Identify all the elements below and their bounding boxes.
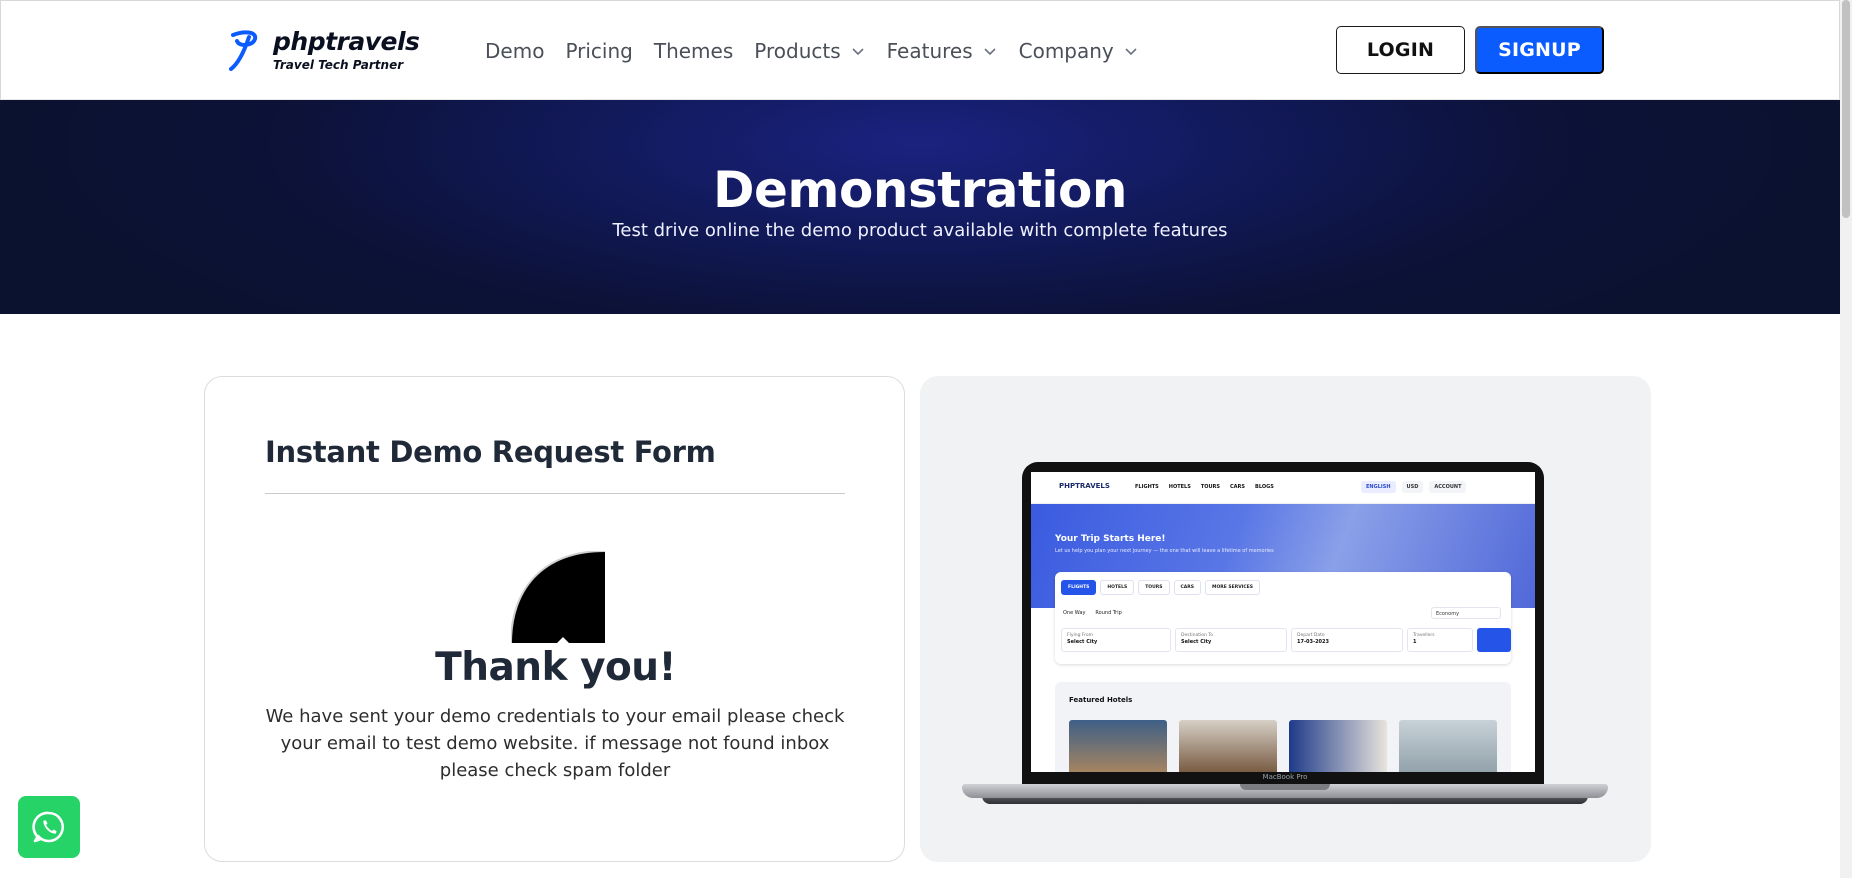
laptop-model: MacBook Pro — [1262, 773, 1308, 781]
mini-right-menu: ENGLISH USD ACCOUNT — [1361, 481, 1472, 493]
demo-request-card: Instant Demo Request Form Thank you! We … — [204, 376, 905, 862]
phptravels-logo-icon — [229, 30, 258, 71]
page-subtitle: Test drive online the demo product avail… — [612, 220, 1228, 241]
scrollbar-thumb[interactable] — [1842, 0, 1850, 218]
mini-hotel-list — [1069, 720, 1509, 772]
brand-name: phptravels — [273, 27, 420, 56]
mini-hotel-image — [1399, 720, 1497, 772]
site-header: phptravels Travel Tech Partner Demo Pric… — [0, 0, 1840, 100]
mini-logo: PHPTRAVELS — [1059, 482, 1110, 490]
mini-hero-subtitle: Let us help you plan your next journey —… — [1055, 548, 1274, 554]
divider — [265, 493, 845, 494]
mini-fields: Flying From Select City Destination To Sel… — [1061, 628, 1511, 652]
mini-currency: USD — [1401, 481, 1424, 493]
brand-logo[interactable]: phptravels Travel Tech Partner — [227, 27, 420, 77]
form-title: Instant Demo Request Form — [265, 435, 716, 469]
chevron-down-icon — [852, 48, 864, 56]
chevron-down-icon — [984, 48, 996, 56]
mini-search-button — [1477, 628, 1511, 652]
laptop-screen: PHPTRAVELS FLIGHTS HOTELS TOURS CARS BLO… — [1031, 472, 1535, 772]
mini-hotel-image — [1179, 720, 1277, 772]
mini-hero-title: Your Trip Starts Here! — [1055, 534, 1166, 544]
mini-tab: TOURS — [1138, 580, 1170, 595]
mini-field: Depart Date 17-03-2023 — [1291, 628, 1403, 652]
page-scrollbar[interactable] — [1840, 0, 1852, 878]
mini-tab: MORE SERVICES — [1205, 580, 1260, 595]
mini-trip-type: One Way Round Trip — [1063, 610, 1132, 616]
mini-link: CARS — [1230, 484, 1246, 490]
mini-link: TOURS — [1200, 484, 1221, 490]
mini-tab: HOTELS — [1100, 580, 1135, 595]
mini-featured-title: Featured Hotels — [1069, 696, 1133, 704]
mini-tab: FLIGHTS — [1061, 580, 1097, 595]
page-title: Demonstration — [712, 161, 1128, 219]
brand-tagline: Travel Tech Partner — [273, 58, 404, 72]
mini-field: Flying From Select City — [1061, 628, 1171, 652]
mini-cabin-class: Economy — [1431, 607, 1501, 619]
mini-lang: ENGLISH — [1361, 481, 1396, 493]
nav-products[interactable]: Products — [754, 39, 865, 63]
mini-link: FLIGHTS — [1135, 484, 1159, 490]
mini-featured-hotels: Featured Hotels — [1055, 682, 1511, 772]
success-animation-icon — [511, 551, 605, 644]
mini-hotel-image — [1289, 720, 1387, 772]
mini-search-box: FLIGHTS HOTELS TOURS CARS MORE SERVICES … — [1055, 572, 1511, 664]
chevron-down-icon — [1125, 48, 1137, 56]
main-nav: Demo Pricing Themes Products Features Co… — [485, 31, 1160, 71]
mini-account: ACCOUNT — [1429, 481, 1467, 493]
laptop-notch — [1240, 784, 1330, 790]
mini-trip-option: One Way — [1063, 610, 1086, 616]
nav-themes[interactable]: Themes — [654, 39, 733, 63]
signup-button[interactable]: SIGNUP — [1475, 26, 1604, 74]
mini-site-nav: PHPTRAVELS FLIGHTS HOTELS TOURS CARS BLO… — [1031, 472, 1535, 504]
mini-field: Travellers 1 — [1407, 628, 1473, 652]
thank-you-message: We have sent your demo credentials to yo… — [265, 706, 845, 781]
mini-trip-option: Round Trip — [1095, 610, 1122, 616]
mini-tabs: FLIGHTS HOTELS TOURS CARS MORE SERVICES — [1061, 580, 1264, 595]
mini-tab: CARS — [1173, 580, 1201, 595]
login-button[interactable]: LOGIN — [1336, 26, 1465, 74]
whatsapp-button[interactable] — [18, 796, 80, 858]
hero-banner: Demonstration Test drive online the demo… — [0, 100, 1840, 314]
thank-you-heading: Thank you! — [435, 645, 676, 690]
mini-link: HOTELS — [1168, 484, 1191, 490]
nav-features[interactable]: Features — [887, 39, 998, 63]
whatsapp-icon — [32, 811, 65, 843]
nav-demo[interactable]: Demo — [485, 39, 544, 63]
product-preview: PHPTRAVELS FLIGHTS HOTELS TOURS CARS BLO… — [920, 376, 1651, 862]
mini-field: Destination To Select City — [1175, 628, 1287, 652]
nav-company[interactable]: Company — [1019, 39, 1139, 63]
nav-pricing[interactable]: Pricing — [565, 39, 632, 63]
mini-links: FLIGHTS HOTELS TOURS CARS BLOGS — [1135, 484, 1284, 490]
mini-hotel-image — [1069, 720, 1167, 772]
mini-link: BLOGS — [1255, 484, 1274, 490]
laptop-mockup: PHPTRAVELS FLIGHTS HOTELS TOURS CARS BLO… — [962, 462, 1608, 810]
